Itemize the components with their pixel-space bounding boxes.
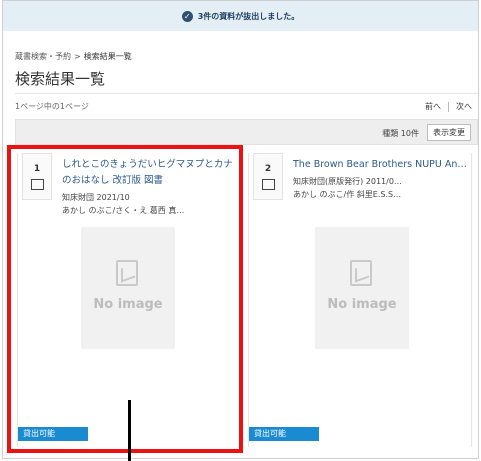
search-results-page: ✓ 3件の資料が抜出しました。 蔵書検索・予約 > 検索結果一覧 検索結果一覧 1ペ… bbox=[2, 0, 479, 459]
results-toolbar: 種類 10件 表示変更 bbox=[15, 119, 478, 145]
result-author: あかし のぶこ/作 斜里E.S.S… bbox=[293, 190, 402, 199]
result-title-link[interactable]: The Brown Bear Brothers NUPU An… bbox=[293, 157, 467, 173]
result-publisher: 知床財団 2021/10 bbox=[62, 193, 130, 202]
breadcrumb-item-search[interactable]: 蔵書検索・予約 bbox=[15, 52, 71, 61]
pager: 前へ 次へ bbox=[425, 101, 472, 112]
divider bbox=[15, 93, 478, 94]
result-number-box: 2 bbox=[253, 153, 283, 200]
pointer-marker bbox=[128, 400, 131, 461]
result-info: The Brown Bear Brothers NUPU An… 知床財団(原版… bbox=[293, 157, 467, 201]
result-count: 種類 10件 bbox=[382, 129, 419, 138]
page-info: 1ページ中の1ページ bbox=[15, 102, 89, 111]
no-image-placeholder: No image bbox=[81, 227, 175, 349]
image-placeholder-icon bbox=[116, 260, 138, 286]
no-image-placeholder: No image bbox=[315, 227, 409, 349]
notice-message: 3件の資料が抜出しました。 bbox=[197, 11, 300, 21]
prev-page-link[interactable]: 前へ bbox=[425, 101, 441, 112]
result-info: しれとこのきょうだいヒグマヌプとカナのおはなし 改訂版 図書 知床財団 2021… bbox=[62, 157, 236, 217]
breadcrumb: 蔵書検索・予約 > 検索結果一覧 bbox=[15, 51, 132, 62]
notice-bar: ✓ 3件の資料が抜出しました。 bbox=[3, 1, 478, 31]
check-circle-icon: ✓ bbox=[181, 10, 193, 22]
result-title-link[interactable]: しれとこのきょうだいヒグマヌプとカナのおはなし 改訂版 図書 bbox=[62, 157, 236, 189]
next-page-link[interactable]: 次へ bbox=[456, 101, 472, 112]
display-change-button[interactable]: 表示変更 bbox=[427, 124, 471, 141]
image-placeholder-icon bbox=[350, 260, 372, 286]
book-icon bbox=[30, 179, 44, 190]
page-title: 検索結果一覧 bbox=[15, 70, 106, 88]
result-card[interactable]: 2 The Brown Bear Brothers NUPU An… 知床財団(… bbox=[248, 153, 472, 447]
breadcrumb-item-current: 検索結果一覧 bbox=[83, 52, 132, 61]
status-badge: 貸出可能 bbox=[249, 427, 319, 441]
breadcrumb-separator: > bbox=[74, 52, 81, 61]
book-icon bbox=[261, 179, 275, 190]
result-number-box: 1 bbox=[22, 153, 52, 200]
pager-divider bbox=[448, 101, 449, 112]
result-number: 2 bbox=[264, 164, 272, 174]
result-publisher: 知床財団(原版発行) 2011/0… bbox=[293, 177, 402, 186]
result-author: あかし のぶこ/さく・え 葛西 真… bbox=[62, 206, 185, 215]
no-image-text: No image bbox=[93, 297, 163, 312]
status-badge: 貸出可能 bbox=[18, 427, 88, 441]
result-number: 1 bbox=[33, 164, 41, 174]
no-image-text: No image bbox=[327, 297, 397, 312]
